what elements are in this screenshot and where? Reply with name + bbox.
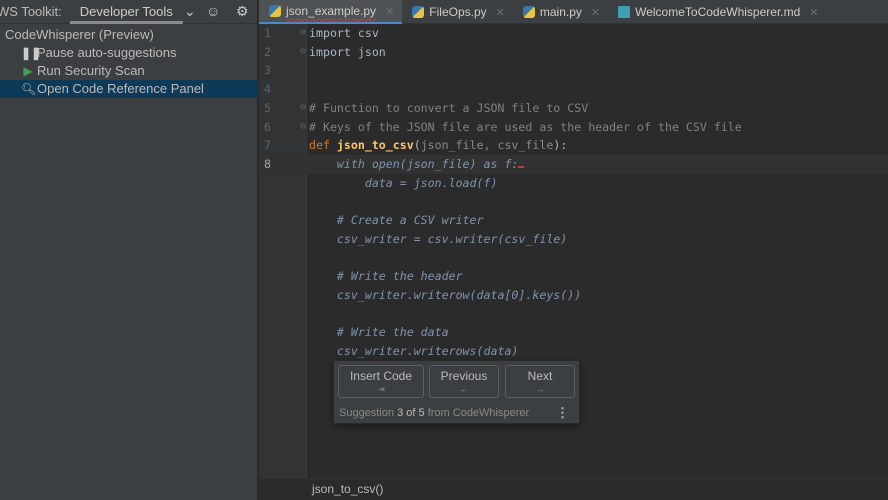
button-label: Previous — [440, 369, 488, 383]
fold-icon[interactable]: ⊖ — [300, 43, 306, 62]
previous-button[interactable]: Previous ← — [429, 365, 499, 398]
line-number: 7 — [264, 138, 271, 153]
code-line: import csv — [309, 26, 379, 40]
fold-icon[interactable]: ⊖ — [300, 24, 306, 43]
pause-icon: ❚❚ — [21, 46, 42, 60]
line-number: 1 — [264, 26, 271, 40]
suggestion-line: # Write the data — [309, 325, 449, 340]
suggestion-text: with open(json_file) as f: — [309, 156, 519, 171]
tab-label: WelcomeToCodeWhisperer.md — [635, 5, 801, 19]
python-file-icon — [412, 6, 425, 18]
insert-code-button[interactable]: Insert Code ⇥ — [338, 365, 424, 398]
python-file-icon — [522, 6, 535, 18]
close-icon[interactable]: ✕ — [591, 6, 600, 19]
next-button[interactable]: Next → — [505, 365, 575, 398]
arrow-right-icon: → — [535, 384, 545, 394]
line-number: 6 — [264, 119, 271, 134]
status-text: Suggestion — [339, 407, 398, 419]
tree-item-security-scan[interactable]: ▶ Run Security Scan — [0, 62, 257, 80]
breadcrumb-item[interactable]: json_to_csv() — [312, 482, 383, 496]
tree-item-label: Pause auto-suggestions — [37, 45, 177, 60]
suggestion-line: csv_writer.writerows(data) — [309, 343, 519, 358]
fold-icon[interactable]: ⊖ — [300, 118, 306, 137]
more-options-icon[interactable]: ⋮ — [556, 405, 569, 421]
tree-item-label: Open Code Reference Panel — [37, 81, 204, 96]
python-file-icon — [269, 5, 281, 17]
tab-json-example[interactable]: json_example.py ✕ — [259, 0, 403, 24]
code-line: import json — [309, 44, 386, 59]
suggestion-line: csv_writer.writerow(data[0].keys()) — [309, 287, 582, 302]
keyword: def — [309, 138, 337, 153]
tab-fileops[interactable]: FileOps.py ✕ — [402, 0, 513, 24]
tab-key-icon: ⇥ — [377, 384, 385, 394]
suggestion-line: # Create a CSV writer — [309, 213, 484, 227]
code-line: # Keys of the JSON file are used as the … — [309, 119, 742, 134]
close-icon[interactable]: ✕ — [809, 6, 818, 19]
line-number: 8 — [264, 156, 271, 171]
markdown-file-icon — [618, 6, 631, 18]
tree-root-label: CodeWhisperer (Preview) — [5, 27, 154, 42]
feedback-smiley-icon[interactable]: ☺ — [206, 3, 220, 19]
editor-tabs: json_example.py ✕ FileOps.py ✕ main.py ✕ We… — [259, 0, 888, 24]
button-label: Insert Code — [349, 369, 413, 383]
play-icon: ▶ — [23, 64, 33, 78]
tab-welcome[interactable]: WelcomeToCodeWhisperer.md ✕ — [608, 0, 826, 24]
caret — [518, 158, 525, 168]
function-name: json_to_csv — [336, 138, 414, 153]
tab-label: main.py — [539, 5, 582, 19]
chevron-down-icon[interactable]: ⌄ — [184, 3, 196, 20]
tree-item-label: Run Security Scan — [37, 63, 145, 78]
code-line: with open(json_file) as f: — [309, 155, 525, 174]
line-number: 3 — [264, 63, 271, 78]
gear-icon[interactable]: ⚙ — [236, 3, 249, 20]
tab-label: FileOps.py — [429, 5, 487, 19]
tree-item-code-reference[interactable]: 🔍︎ Open Code Reference Panel — [0, 80, 257, 98]
fold-icon[interactable]: ⊖ — [300, 99, 306, 118]
close-icon[interactable]: ✕ — [385, 5, 394, 18]
suggestion-status: Suggestion 3 of 5 from CodeWhisperer — [339, 407, 529, 419]
code-line: # Function to convert a JSON file to CSV — [309, 100, 589, 115]
tree-item-pause[interactable]: ❚❚ Pause auto-suggestions — [0, 44, 257, 62]
tree-root-codewhisperer[interactable]: CodeWhisperer (Preview) — [0, 26, 257, 44]
close-icon[interactable]: ✕ — [496, 6, 505, 19]
toolkit-header: WS Toolkit: Developer Tools ⌄ ☺ ⚙ — [0, 0, 257, 24]
line-number: 4 — [264, 82, 271, 97]
params: json_file, csv_file — [420, 138, 554, 153]
aws-toolkit-panel: WS Toolkit: Developer Tools ⌄ ☺ ⚙ CodeWh… — [0, 0, 258, 500]
paren: ): — [553, 138, 568, 153]
suggestion-count: 3 of 5 — [397, 407, 425, 419]
code-reference-icon: 🔍︎ — [21, 82, 37, 96]
breadcrumb-bar: json_to_csv() — [259, 478, 888, 500]
status-text: from CodeWhisperer — [424, 407, 530, 419]
suggestion-popup: Insert Code ⇥ Previous ← Next → Suggestion … — [333, 360, 580, 424]
line-number: 2 — [264, 44, 271, 59]
tab-developer-tools[interactable]: Developer Tools — [69, 0, 183, 24]
button-label: Next — [527, 369, 553, 383]
suggestion-line: # Write the header — [309, 269, 463, 284]
arrow-left-icon: ← — [459, 384, 469, 394]
tab-main[interactable]: main.py ✕ — [513, 0, 608, 24]
line-number: 5 — [264, 100, 271, 115]
toolkit-title: WS Toolkit: — [0, 4, 62, 19]
paren: ( — [413, 138, 421, 153]
tab-label: json_example.py — [286, 4, 377, 18]
code-line: def json_to_csv(json_file, csv_file): — [309, 136, 567, 155]
suggestion-line: data = json.load(f) — [309, 175, 498, 190]
suggestion-line: csv_writer = csv.writer(csv_file) — [309, 231, 568, 246]
